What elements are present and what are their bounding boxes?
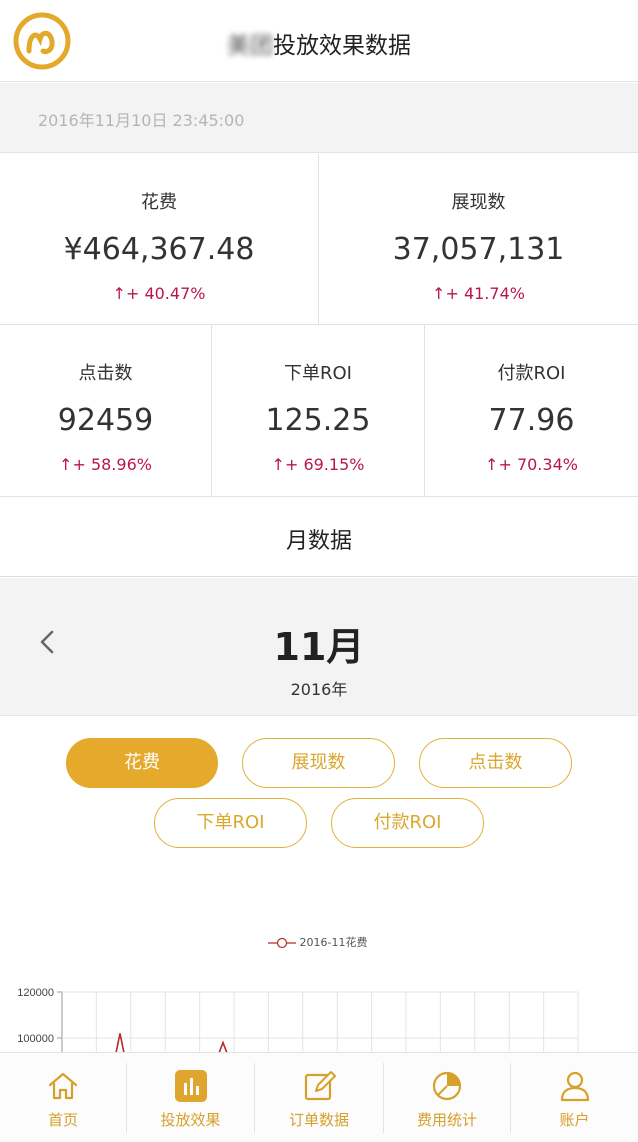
- bar-chart-icon: [174, 1070, 207, 1102]
- stat-change: ↑+ 41.74%: [432, 284, 525, 303]
- section-title: 月数据: [285, 529, 352, 554]
- tab-label: 投放效果: [160, 1111, 221, 1129]
- page-title: 美团投放效果数据: [0, 26, 638, 60]
- tab-label: 首页: [47, 1111, 78, 1129]
- home-icon: [48, 1072, 78, 1100]
- tab-ad-performance[interactable]: 投放效果: [127, 1053, 254, 1142]
- tab-label: 账户: [559, 1111, 590, 1129]
- blurred-brand-name: 美团: [227, 33, 273, 59]
- stat-value: 92459: [57, 403, 154, 438]
- stat-card-cost[interactable]: 花费 ¥464,367.48 ↑+ 40.47%: [0, 154, 318, 324]
- stat-label: 展现数: [451, 192, 506, 213]
- stat-card-clicks[interactable]: 点击数 92459 ↑+ 58.96%: [0, 325, 211, 496]
- divider: [211, 325, 212, 496]
- stat-change: ↑+ 40.47%: [112, 284, 206, 303]
- pie-chart-icon: [432, 1071, 462, 1101]
- series-line-segment: [115, 1033, 125, 1053]
- metric-button-payment-roi[interactable]: 付款ROI: [331, 798, 484, 848]
- metric-button-order-roi[interactable]: 下单ROI: [154, 798, 307, 848]
- stat-card-order-roi[interactable]: 下单ROI 125.25 ↑+ 69.15%: [212, 325, 424, 496]
- divider: [424, 325, 425, 496]
- cost-line-chart: 120000 100000: [17, 987, 579, 1053]
- y-tick-label: 100000: [17, 1033, 54, 1045]
- stat-change: ↑+ 70.34%: [485, 455, 578, 474]
- chart-legend[interactable]: 2016-11花费: [268, 934, 367, 950]
- tab-cost-statistics[interactable]: 费用统计: [384, 1053, 510, 1142]
- stat-label: 付款ROI: [497, 363, 566, 384]
- current-month: 11月: [273, 625, 365, 669]
- stat-card-payment-roi[interactable]: 付款ROI 77.96 ↑+ 70.34%: [425, 325, 638, 496]
- stat-value: 77.96: [488, 403, 575, 438]
- legend-label: 2016-11花费: [299, 936, 368, 949]
- tab-order-data[interactable]: 订单数据: [255, 1053, 383, 1142]
- stat-label: 点击数: [78, 363, 133, 384]
- bottom-tab-bar: 首页 投放效果 订单数据 费用统计 账户: [0, 1052, 638, 1142]
- timestamp-bar: 2016年11月10日 23:45:00: [0, 83, 638, 153]
- stat-value: ¥464,367.48: [63, 232, 255, 267]
- metric-button-clicks[interactable]: 点击数: [419, 738, 572, 788]
- tab-label: 费用统计: [416, 1111, 477, 1129]
- page-title-text: 投放效果数据: [273, 33, 411, 59]
- tab-account[interactable]: 账户: [511, 1053, 638, 1142]
- y-tick-label: 120000: [17, 987, 54, 999]
- metric-button-cost[interactable]: 花费: [66, 738, 218, 788]
- app-header: 美团投放效果数据: [0, 0, 638, 82]
- stat-value: 37,057,131: [392, 232, 565, 267]
- stat-label: 下单ROI: [284, 363, 352, 384]
- edit-icon: [304, 1071, 336, 1101]
- month-navigator: 11月 2016年: [0, 578, 638, 716]
- legend-marker-icon: [268, 937, 296, 949]
- metric-button-impressions[interactable]: 展现数: [242, 738, 395, 788]
- current-year: 2016年: [290, 680, 348, 699]
- stat-change: ↑+ 58.96%: [59, 455, 152, 474]
- tab-label: 订单数据: [288, 1111, 349, 1129]
- update-timestamp: 2016年11月10日 23:45:00: [38, 111, 245, 130]
- stat-value: 125.25: [265, 403, 371, 438]
- month-data-header: 月数据: [0, 497, 638, 577]
- user-icon: [560, 1071, 589, 1102]
- stat-label: 花费: [141, 192, 177, 213]
- divider: [318, 154, 319, 324]
- stat-change: ↑+ 69.15%: [271, 455, 365, 474]
- tab-home[interactable]: 首页: [0, 1053, 126, 1142]
- stat-card-impressions[interactable]: 展现数 37,057,131 ↑+ 41.74%: [319, 154, 638, 324]
